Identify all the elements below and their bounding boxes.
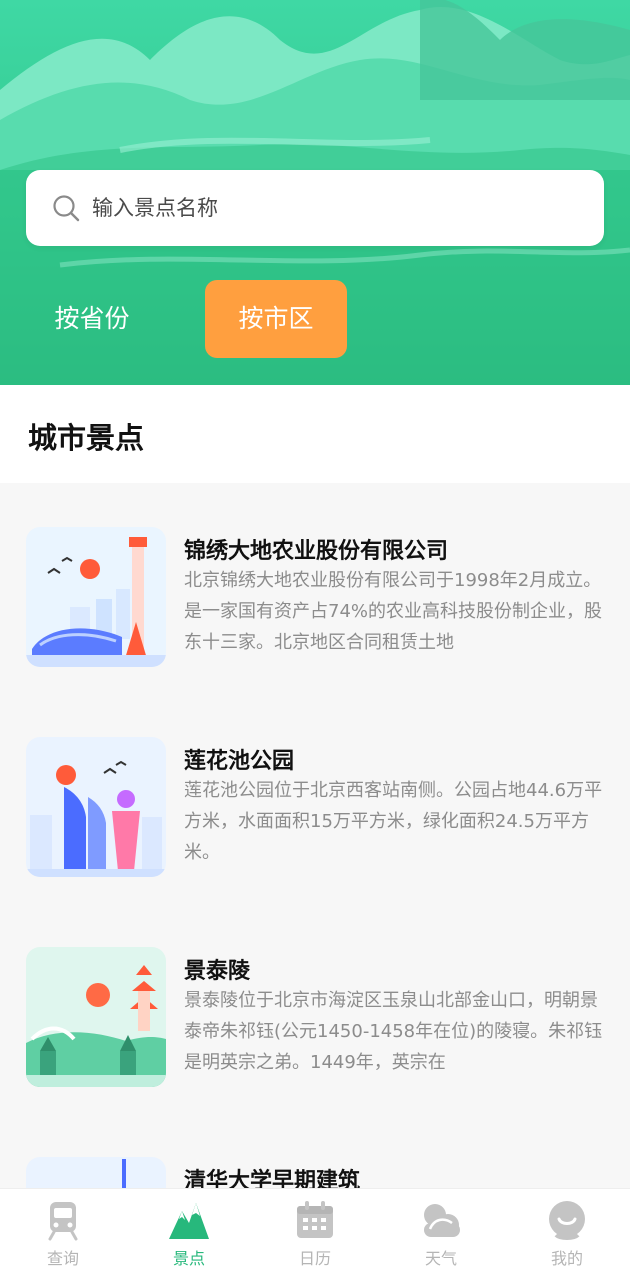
filter-by-city-button[interactable]: 按市区 — [205, 280, 347, 358]
spot-name: 清华大学早期建筑 — [184, 1169, 361, 1188]
mountain-icon — [169, 1203, 209, 1239]
section-header: 城市景点 — [0, 385, 630, 483]
filter-by-province-button[interactable]: 按省份 — [22, 280, 162, 358]
tab-label: 查询 — [46, 1249, 79, 1268]
header-banner: 按省份 按市区 — [0, 0, 630, 385]
user-face-icon — [549, 1201, 585, 1240]
tab-query[interactable]: 查询 — [0, 1189, 126, 1281]
spot-list-item[interactable]: 景泰陵 景泰陵位于北京市海淀区玉泉山北部金山口，明朝景泰帝朱祁钰(公元1450-… — [0, 903, 630, 1113]
tab-spots[interactable]: 景点 — [126, 1189, 252, 1281]
spot-thumbnail — [26, 527, 166, 667]
tab-label: 我的 — [550, 1249, 583, 1268]
tab-calendar[interactable]: 日历 — [252, 1189, 378, 1281]
spot-list-item[interactable]: 清华大学早期建筑 — [0, 1113, 630, 1188]
spot-thumbnail — [26, 1157, 166, 1188]
tab-label: 景点 — [172, 1249, 205, 1268]
spot-name: 锦绣大地农业股份有限公司 — [184, 539, 449, 564]
tab-label: 日历 — [298, 1249, 331, 1268]
tab-profile[interactable]: 我的 — [504, 1189, 630, 1281]
search-input[interactable] — [90, 195, 574, 221]
spot-list-item[interactable]: 莲花池公园 莲花池公园位于北京西客站南侧。公园占地44.6万平方米，水面面积15… — [0, 693, 630, 903]
spot-list[interactable]: 锦绣大地农业股份有限公司 北京锦绣大地农业股份有限公司于1998年2月成立。是一… — [0, 483, 630, 1188]
spot-list-item[interactable]: 锦绣大地农业股份有限公司 北京锦绣大地农业股份有限公司于1998年2月成立。是一… — [0, 483, 630, 693]
calendar-icon — [297, 1201, 333, 1238]
spot-name: 景泰陵 — [184, 959, 251, 984]
spot-thumbnail — [26, 737, 166, 877]
search-icon — [53, 195, 80, 222]
spot-description: 北京锦绣大地农业股份有限公司于1998年2月成立。是一家国有资产占74%的农业高… — [184, 570, 603, 653]
spot-description: 景泰陵位于北京市海淀区玉泉山北部金山口，明朝景泰帝朱祁钰(公元1450-1458… — [184, 990, 603, 1073]
tab-weather[interactable]: 天气 — [378, 1189, 504, 1281]
spot-description: 莲花池公园位于北京西客站南侧。公园占地44.6万平方米，水面面积15万平方米，绿… — [184, 780, 603, 863]
train-icon — [48, 1202, 78, 1241]
section-title: 城市景点 — [28, 421, 145, 455]
tab-label: 天气 — [424, 1249, 457, 1268]
search-bar[interactable] — [26, 170, 604, 246]
cloud-icon — [424, 1204, 460, 1237]
bottom-tab-bar: 查询 景点 日历 天气 我的 — [0, 1188, 630, 1281]
spot-thumbnail — [26, 947, 166, 1087]
spot-name: 莲花池公园 — [184, 749, 295, 774]
